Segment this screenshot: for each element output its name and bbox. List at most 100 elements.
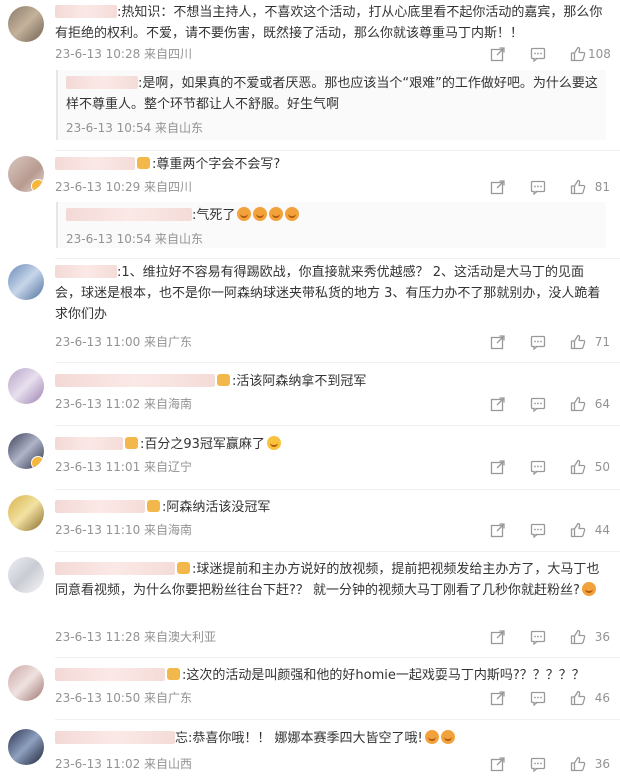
comment-meta: 23-6-13 11:02 来自山西	[55, 757, 193, 771]
comment-text: :尊重两个字会不会写?	[152, 157, 281, 172]
like-count: 46	[594, 691, 610, 705]
share-icon[interactable]	[490, 459, 506, 475]
avatar[interactable]	[8, 433, 44, 469]
like-count: 50	[594, 460, 610, 474]
comment-icon[interactable]	[530, 396, 546, 412]
divider	[55, 657, 620, 658]
comment-actions: 44	[490, 522, 610, 538]
crown-icon	[137, 157, 150, 169]
comment-text: :活该阿森纳拿不到冠军	[232, 374, 367, 389]
divider	[55, 489, 620, 490]
thumbs-up-icon[interactable]	[570, 690, 586, 706]
share-icon[interactable]	[490, 690, 506, 706]
like-count: 36	[594, 757, 610, 771]
crown-icon	[147, 500, 160, 512]
share-icon[interactable]	[490, 46, 506, 62]
comment-icon[interactable]	[530, 522, 546, 538]
like-count: 64	[594, 397, 610, 411]
crying-emoji-icon	[440, 730, 455, 744]
share-icon[interactable]	[490, 756, 506, 772]
username-blurred[interactable]	[55, 374, 215, 387]
share-icon[interactable]	[490, 396, 506, 412]
thumbs-up-icon[interactable]	[570, 334, 586, 350]
username-blurred[interactable]	[55, 157, 135, 170]
thumbs-up-icon[interactable]	[570, 46, 586, 62]
divider	[55, 258, 620, 259]
comment-icon[interactable]	[530, 756, 546, 772]
avatar[interactable]	[8, 495, 44, 531]
avatar[interactable]	[8, 729, 44, 765]
crying-emoji-icon	[285, 207, 300, 221]
username-blurred[interactable]	[66, 76, 138, 89]
like-count: 44	[594, 523, 610, 537]
comment-text: :热知识：不想当主持人，不喜欢这个活动，打从心底里看不起你活动的嘉宾，那么你有拒…	[55, 5, 603, 41]
thumbs-up-icon[interactable]	[570, 756, 586, 772]
username-blurred[interactable]	[55, 437, 123, 450]
username-blurred[interactable]	[55, 500, 145, 513]
crying-emoji-icon	[253, 207, 268, 221]
comment-text: 忘:恭喜你哦！！ 娜娜本赛季四大皆空了哦!	[175, 731, 423, 746]
comment-icon[interactable]	[530, 459, 546, 475]
share-icon[interactable]	[490, 629, 506, 645]
crown-icon	[125, 437, 138, 449]
like-count: 36	[594, 630, 610, 644]
verified-badge-icon	[31, 179, 44, 192]
comment-icon[interactable]	[530, 46, 546, 62]
avatar[interactable]	[8, 368, 44, 404]
avatar[interactable]	[8, 264, 44, 300]
comment-icon[interactable]	[530, 334, 546, 350]
crying-emoji-icon	[237, 207, 252, 221]
crying-emoji-icon	[269, 207, 284, 221]
like-count: 108	[588, 47, 611, 61]
comment-icon[interactable]	[530, 629, 546, 645]
crown-icon	[167, 668, 180, 680]
avatar[interactable]	[8, 665, 44, 701]
comment-actions: 81	[490, 179, 610, 195]
thumbs-up-icon[interactable]	[570, 522, 586, 538]
comment-text: :百分之93冠军赢麻了	[140, 437, 265, 452]
comment-icon[interactable]	[530, 690, 546, 706]
comment-actions: 64	[490, 396, 610, 412]
username-blurred[interactable]	[55, 5, 117, 18]
comment-icon[interactable]	[530, 179, 546, 195]
like-count: 81	[594, 180, 610, 194]
comment-actions: 36	[490, 629, 610, 645]
comment-meta: 23-6-13 10:28 来自四川	[55, 47, 193, 61]
comment-actions: 46	[490, 690, 610, 706]
username-blurred[interactable]	[55, 731, 175, 744]
verified-badge-icon	[31, 456, 44, 469]
thumbs-up-icon[interactable]	[570, 459, 586, 475]
avatar[interactable]	[8, 557, 44, 593]
username-blurred[interactable]	[55, 668, 165, 681]
thumbs-up-icon[interactable]	[570, 396, 586, 412]
avatar[interactable]	[8, 6, 44, 42]
divider	[55, 719, 620, 720]
reply-block: :气死了 23-6-13 10:54 来自山东	[56, 202, 606, 248]
username-blurred[interactable]	[55, 562, 175, 575]
like-count: 71	[594, 335, 610, 349]
username-blurred[interactable]	[55, 265, 117, 278]
thumbs-up-icon[interactable]	[570, 629, 586, 645]
comment-meta: 23-6-13 11:01 来自辽宁	[55, 460, 193, 474]
thumbs-up-icon[interactable]	[570, 179, 586, 195]
divider	[55, 425, 620, 426]
crown-icon	[177, 562, 190, 574]
share-icon[interactable]	[490, 334, 506, 350]
comment-meta: 23-6-13 10:50 来自广东	[55, 691, 193, 705]
divider	[55, 362, 620, 363]
comment-meta: 23-6-13 11:28 来自澳大利亚	[55, 630, 217, 644]
crown-icon	[217, 374, 230, 386]
comment-actions: 71	[490, 334, 610, 350]
avatar[interactable]	[8, 156, 44, 192]
reply-text: :是啊，如果真的不爱或者厌恶。那也应该当个“艰难”的工作做好吧。为什么要这样不尊…	[66, 76, 598, 112]
reply-text: :气死了	[192, 208, 236, 223]
comment-meta: 23-6-13 11:00 来自广东	[55, 335, 193, 349]
comment-text: :阿森纳活该没冠军	[162, 500, 271, 515]
comment-meta: 23-6-13 11:02 来自海南	[55, 397, 193, 411]
comment-actions: 36	[490, 756, 610, 772]
comment-actions: 50	[490, 459, 610, 475]
username-blurred[interactable]	[66, 208, 192, 221]
share-icon[interactable]	[490, 522, 506, 538]
crying-emoji-icon	[581, 582, 596, 596]
share-icon[interactable]	[490, 179, 506, 195]
